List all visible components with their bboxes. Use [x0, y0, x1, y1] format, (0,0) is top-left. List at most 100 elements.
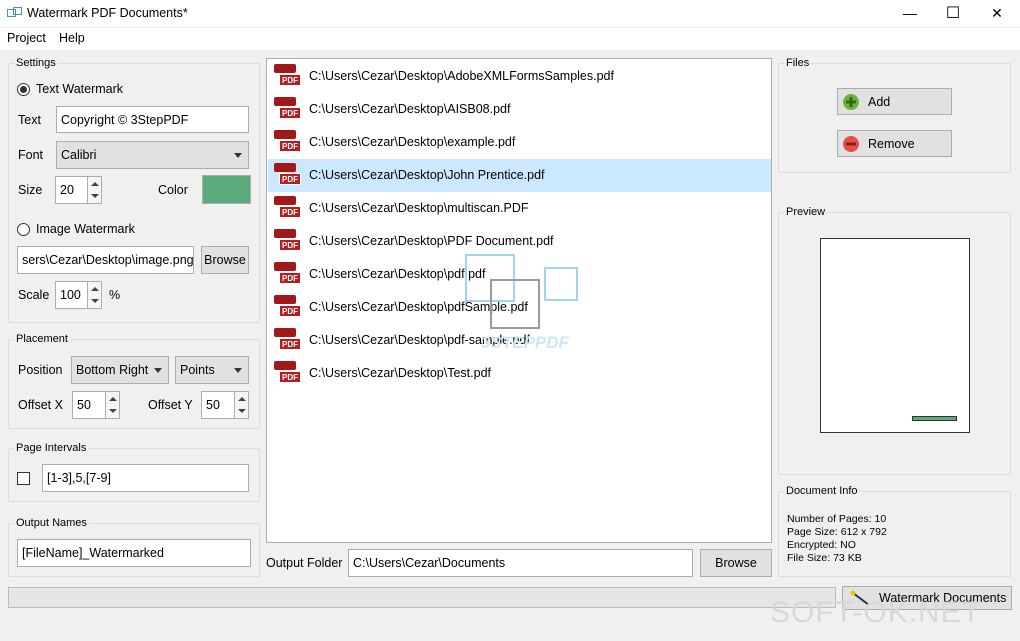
image-watermark-radio[interactable] — [17, 223, 30, 236]
pdf-file-icon: PDF — [274, 64, 301, 88]
file-path: C:\Users\Cezar\Desktop\pdf.pdf — [309, 267, 486, 281]
scale-unit: % — [109, 288, 121, 302]
chevron-down-icon — [234, 153, 242, 158]
file-list-item[interactable]: PDF C:\Users\Cezar\Desktop\pdf.pdf — [268, 258, 771, 291]
close-button[interactable]: ✕ — [974, 0, 1020, 27]
pdf-icon-tag: PDF — [279, 305, 301, 317]
pdf-icon-tag: PDF — [279, 140, 301, 152]
arrow-up-icon[interactable] — [109, 397, 117, 401]
preview-watermark-mark — [912, 416, 957, 421]
file-list-item[interactable]: PDF C:\Users\Cezar\Desktop\AdobeXMLFormsS… — [268, 60, 771, 93]
page-intervals-input[interactable]: [1-3],5,[7-9] — [42, 464, 249, 492]
progress-bar — [8, 587, 836, 608]
arrow-down-icon[interactable] — [91, 299, 99, 303]
output-names-input[interactable]: [FileName]_Watermarked — [17, 539, 251, 567]
color-picker-button[interactable] — [202, 175, 251, 204]
app-window: Watermark PDF Documents* — ☐ ✕ Project H… — [0, 0, 1020, 641]
file-path: C:\Users\Cezar\Desktop\example.pdf — [309, 135, 516, 149]
document-info-group-title: Document Info — [784, 485, 860, 497]
arrow-up-icon[interactable] — [238, 397, 246, 401]
file-list-item[interactable]: PDF C:\Users\Cezar\Desktop\pdf-sample.pdf — [268, 324, 771, 357]
menu-project[interactable]: Project — [7, 31, 46, 45]
output-folder-input[interactable]: C:\Users\Cezar\Documents — [348, 549, 693, 577]
pdf-file-icon: PDF — [274, 163, 301, 187]
offset-x-value: 50 — [77, 398, 91, 412]
image-browse-button[interactable]: Browse — [201, 246, 249, 274]
position-select[interactable]: Bottom Right — [71, 356, 169, 384]
file-path: C:\Users\Cezar\Desktop\pdf-sample.pdf — [309, 333, 530, 347]
files-group-title: Files — [784, 57, 812, 69]
add-files-button[interactable]: Add — [837, 88, 952, 115]
file-path: C:\Users\Cezar\Desktop\AdobeXMLFormsSamp… — [309, 69, 614, 83]
minimize-button[interactable]: — — [887, 0, 933, 27]
file-list-item[interactable]: PDF C:\Users\Cezar\Desktop\PDF Document.p… — [268, 225, 771, 258]
scale-spinner[interactable] — [87, 282, 101, 308]
file-list-item[interactable]: PDF C:\Users\Cezar\Desktop\Test.pdf — [268, 357, 771, 390]
image-watermark-label: Image Watermark — [36, 222, 135, 236]
file-list-item[interactable]: PDF C:\Users\Cezar\Desktop\AISB08.pdf — [268, 93, 771, 126]
pdf-file-icon: PDF — [274, 130, 301, 154]
arrow-down-icon[interactable] — [109, 409, 117, 413]
pdf-file-icon: PDF — [274, 328, 301, 352]
scale-value: 100 — [60, 288, 81, 302]
remove-files-button[interactable]: Remove — [837, 130, 952, 157]
offset-x-stepper[interactable]: 50 — [72, 391, 120, 419]
file-path: C:\Users\Cezar\Desktop\AISB08.pdf — [309, 102, 511, 116]
file-path: C:\Users\Cezar\Desktop\pdfSample.pdf — [309, 300, 528, 314]
image-path-input[interactable]: sers\Cezar\Desktop\image.png — [17, 246, 194, 274]
info-page-size: Page Size: 612 x 792 — [787, 526, 887, 538]
arrow-up-icon[interactable] — [91, 182, 99, 186]
pdf-file-icon: PDF — [274, 295, 301, 319]
chevron-down-icon — [154, 368, 162, 373]
brand-watermark: SOFT-OK.NET — [770, 596, 982, 629]
offset-y-stepper[interactable]: 50 — [201, 391, 249, 419]
scale-label: Scale — [18, 288, 50, 302]
output-browse-button[interactable]: Browse — [700, 549, 772, 577]
watermark-text-input[interactable]: Copyright © 3StepPDF — [56, 106, 249, 133]
info-file-size: File Size: 73 KB — [787, 552, 862, 564]
pdf-icon-band — [274, 328, 296, 337]
font-label: Font — [18, 148, 44, 162]
info-encrypted: Encrypted: NO — [787, 539, 856, 551]
menu-bar: Project Help — [0, 28, 1020, 50]
page-intervals-checkbox[interactable] — [17, 472, 30, 485]
title-bar: Watermark PDF Documents* — ☐ ✕ — [0, 0, 1020, 27]
unit-select[interactable]: Points — [175, 356, 249, 384]
size-stepper[interactable]: 20 — [55, 176, 102, 204]
file-list-item[interactable]: PDF C:\Users\Cezar\Desktop\example.pdf — [268, 126, 771, 159]
output-folder-label: Output Folder — [266, 556, 343, 570]
arrow-up-icon[interactable] — [91, 287, 99, 291]
text-label: Text — [18, 113, 41, 127]
file-list-item[interactable]: PDF C:\Users\Cezar\Desktop\John Prentice.… — [268, 159, 771, 192]
offset-y-value: 50 — [206, 398, 220, 412]
info-pages: Number of Pages: 10 — [787, 513, 887, 525]
file-list-item[interactable]: PDF C:\Users\Cezar\Desktop\pdfSample.pdf — [268, 291, 771, 324]
pdf-icon-tag: PDF — [279, 107, 301, 119]
file-path: C:\Users\Cezar\Desktop\PDF Document.pdf — [309, 234, 554, 248]
arrow-down-icon[interactable] — [238, 409, 246, 413]
offset-y-spinner[interactable] — [234, 392, 248, 418]
text-watermark-radio[interactable] — [17, 83, 30, 96]
position-select-value: Bottom Right — [76, 363, 149, 377]
chevron-down-icon — [234, 368, 242, 373]
pdf-icon-tag: PDF — [279, 338, 301, 350]
font-select[interactable]: Calibri — [56, 141, 249, 169]
window-title: Watermark PDF Documents* — [27, 6, 188, 20]
pdf-file-icon: PDF — [274, 97, 301, 121]
pdf-icon-band — [274, 196, 296, 205]
arrow-down-icon[interactable] — [91, 194, 99, 198]
pdf-icon-tag: PDF — [279, 239, 301, 251]
preview-group-title: Preview — [784, 206, 828, 218]
size-spinner[interactable] — [87, 177, 101, 203]
maximize-button[interactable]: ☐ — [930, 0, 976, 27]
size-label: Size — [18, 183, 43, 197]
preview-page — [820, 238, 970, 433]
scale-stepper[interactable]: 100 — [55, 281, 102, 309]
file-list-item[interactable]: PDF C:\Users\Cezar\Desktop\multiscan.PDF — [268, 192, 771, 225]
file-list[interactable]: PDF C:\Users\Cezar\Desktop\AdobeXMLFormsS… — [266, 58, 772, 543]
pdf-icon-band — [274, 361, 296, 370]
menu-help[interactable]: Help — [59, 31, 85, 45]
offset-x-spinner[interactable] — [105, 392, 119, 418]
pdf-file-icon: PDF — [274, 262, 301, 286]
offset-x-label: Offset X — [18, 398, 63, 412]
